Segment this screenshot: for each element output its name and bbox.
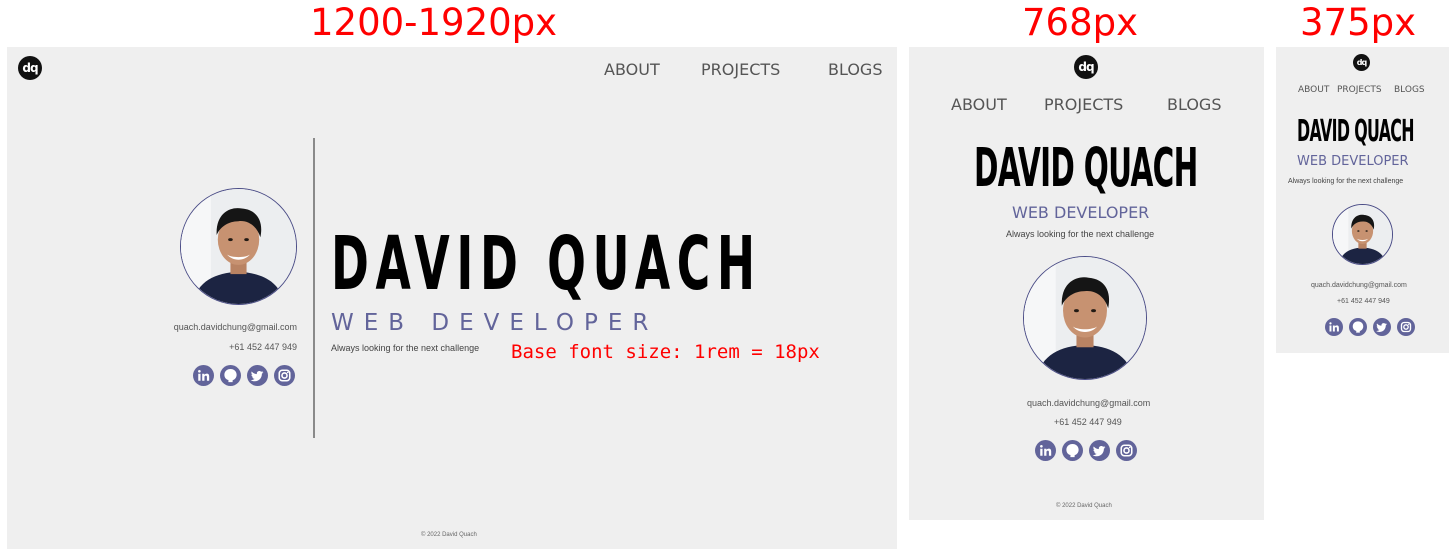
nav-projects[interactable]: PROJECTS	[701, 62, 780, 78]
breakpoint-label-desktop: 1200-1920px	[310, 1, 558, 44]
breakpoint-label-mobile: 375px	[1300, 1, 1417, 44]
breakpoint-label-tablet: 768px	[1022, 1, 1139, 44]
email-link[interactable]: quach.davidchung@gmail.com	[174, 323, 297, 332]
hero-tagline: Always looking for the next challenge	[331, 343, 480, 353]
hero-role: WEB DEVELOPER	[331, 310, 659, 336]
social-links	[193, 365, 295, 386]
hero-role: WEB DEVELOPER	[1297, 154, 1409, 169]
twitter-icon[interactable]	[247, 365, 268, 386]
hero-tagline: Always looking for the next challenge	[1006, 229, 1155, 239]
github-icon[interactable]	[220, 365, 241, 386]
hero-tagline: Always looking for the next challenge	[1288, 178, 1404, 185]
nav-about[interactable]: ABOUT	[951, 97, 1007, 113]
social-links	[1325, 318, 1415, 336]
nav-blogs[interactable]: BLOGS	[828, 62, 882, 78]
base-font-size-annotation: Base font size: 1rem = 18px	[511, 341, 820, 363]
footer-copyright: © 2022 David Quach	[1056, 503, 1112, 509]
nav-projects[interactable]: PROJECTS	[1337, 86, 1382, 95]
hero-name: DAVID QUACH	[974, 137, 1198, 200]
responsive-breakpoints-comparison: 1200-1920px 768px 375px dq ABOUT PROJECT…	[0, 0, 1453, 555]
instagram-icon[interactable]	[274, 365, 295, 386]
tablet-preview: dq ABOUT PROJECTS BLOGS DAVID QUACH WEB …	[909, 47, 1264, 520]
github-icon[interactable]	[1062, 440, 1083, 461]
nav-about[interactable]: ABOUT	[1298, 86, 1329, 95]
logo[interactable]: dq	[18, 56, 42, 80]
avatar	[1023, 256, 1147, 380]
linkedin-icon[interactable]	[193, 365, 214, 386]
nav-blogs[interactable]: BLOGS	[1394, 86, 1425, 95]
nav-about[interactable]: ABOUT	[604, 62, 660, 78]
hero-name: DAVID QUACH	[1297, 113, 1415, 149]
phone-number: +61 452 447 949	[229, 342, 297, 352]
twitter-icon[interactable]	[1089, 440, 1110, 461]
email-link[interactable]: quach.davidchung@gmail.com	[1311, 282, 1407, 289]
footer-copyright: © 2022 David Quach	[421, 532, 477, 538]
desktop-preview: dq ABOUT PROJECTS BLOGS quach.davidchung…	[7, 47, 897, 549]
hero-role: WEB DEVELOPER	[1012, 203, 1150, 222]
email-link[interactable]: quach.davidchung@gmail.com	[1027, 399, 1150, 408]
instagram-icon[interactable]	[1116, 440, 1137, 461]
nav-blogs[interactable]: BLOGS	[1167, 97, 1221, 113]
linkedin-icon[interactable]	[1325, 318, 1343, 336]
avatar	[180, 188, 297, 305]
instagram-icon[interactable]	[1397, 318, 1415, 336]
linkedin-icon[interactable]	[1035, 440, 1056, 461]
phone-number: +61 452 447 949	[1054, 417, 1122, 427]
nav-projects[interactable]: PROJECTS	[1044, 97, 1123, 113]
phone-number: +61 452 447 949	[1337, 298, 1390, 305]
github-icon[interactable]	[1349, 318, 1367, 336]
twitter-icon[interactable]	[1373, 318, 1391, 336]
mobile-preview: dq ABOUT PROJECTS BLOGS DAVID QUACH WEB …	[1276, 47, 1449, 353]
logo[interactable]: dq	[1353, 54, 1370, 71]
hero-name: DAVID QUACH	[331, 220, 762, 307]
logo[interactable]: dq	[1074, 55, 1098, 79]
social-links	[1035, 440, 1137, 461]
vertical-divider	[313, 138, 315, 438]
avatar	[1332, 204, 1393, 265]
